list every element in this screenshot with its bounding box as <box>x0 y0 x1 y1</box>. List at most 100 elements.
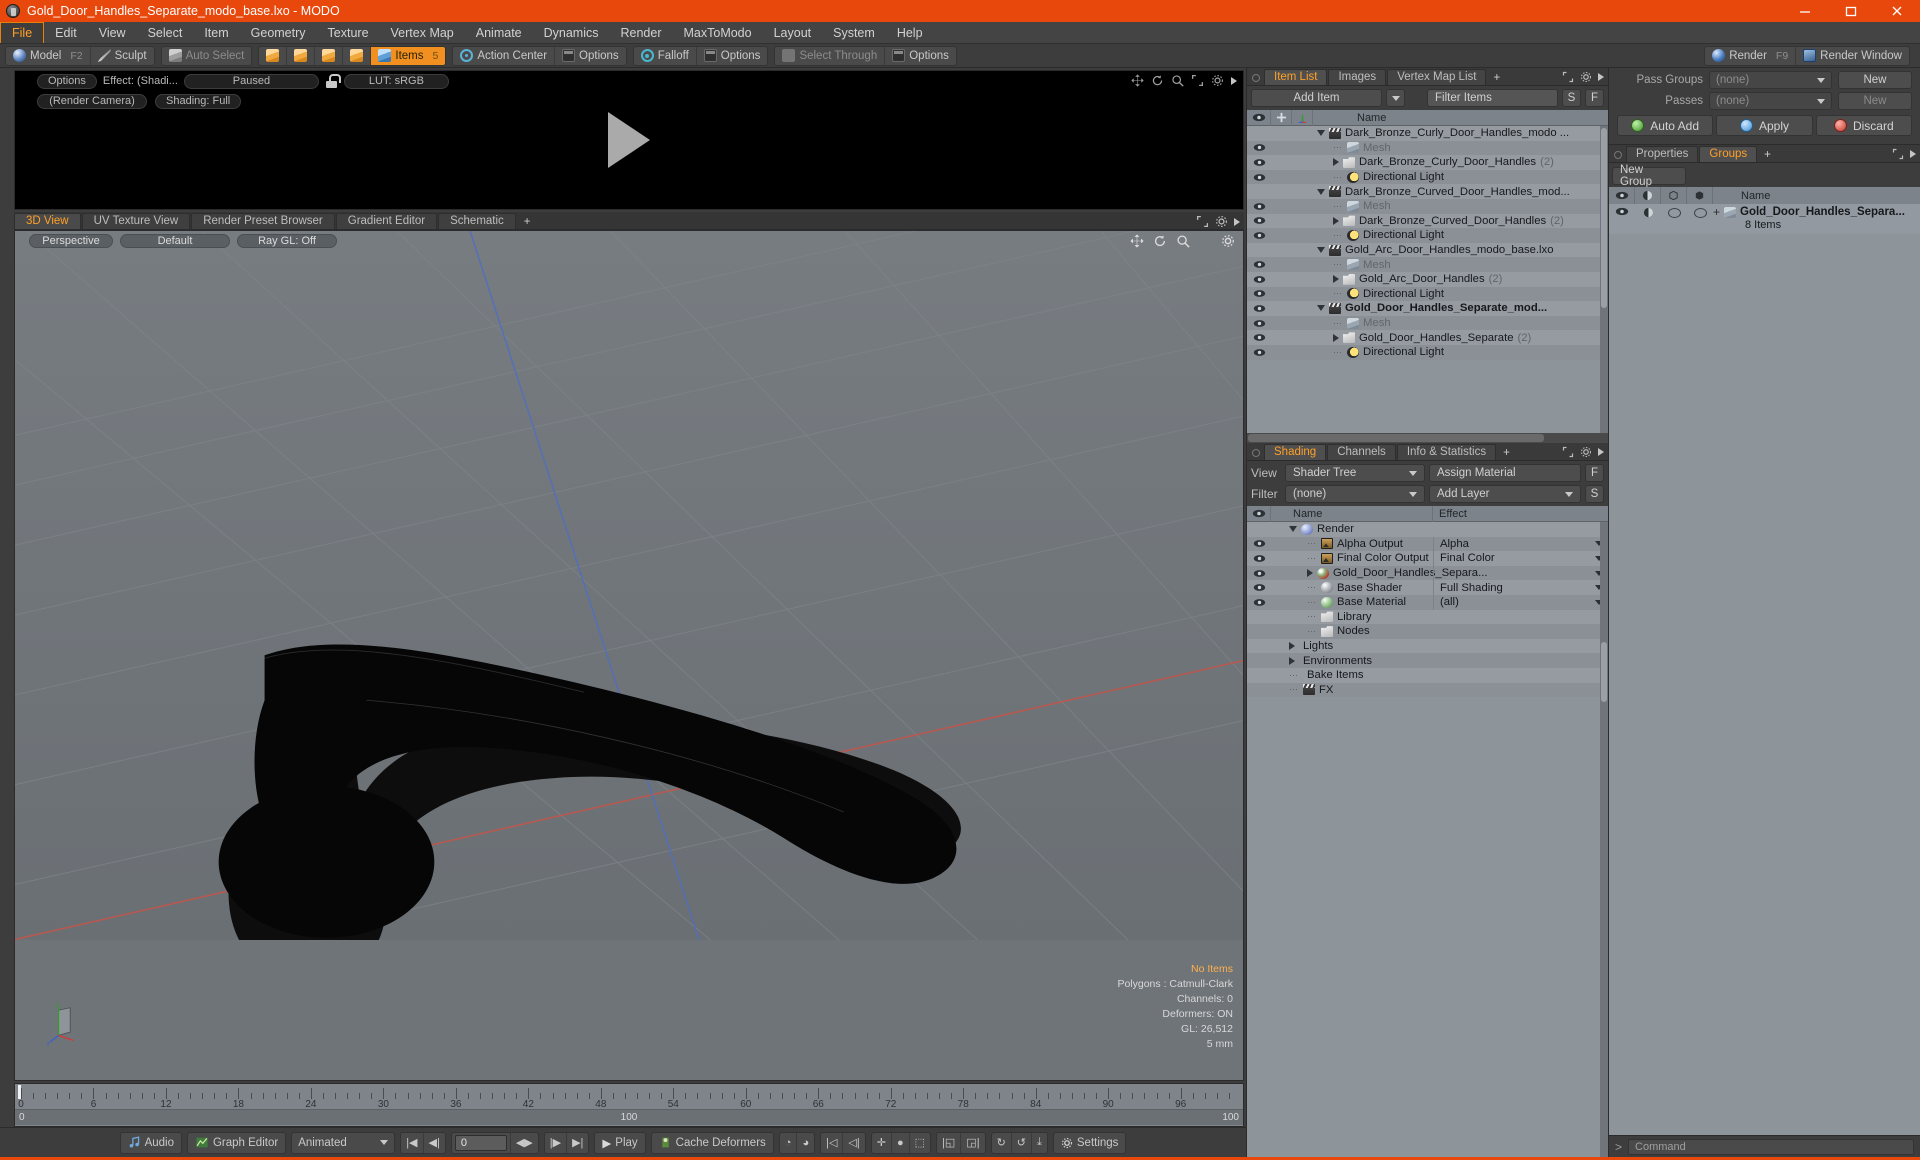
cache-deformers-button[interactable]: Cache Deformers <box>651 1132 774 1154</box>
item-list-row[interactable]: Dark_Bronze_Curved_Door_Handles_mod... <box>1247 184 1608 199</box>
add-groups-tab-button[interactable]: + <box>1758 148 1777 162</box>
new-pass-group-button[interactable]: New <box>1838 71 1912 89</box>
shading-name-cell[interactable]: ⋯Final Color Output <box>1271 552 1429 564</box>
add-panel-tab-button[interactable]: + <box>1487 71 1506 85</box>
shading-name-cell[interactable]: Lights <box>1271 640 1333 652</box>
tab-properties[interactable]: Properties <box>1626 146 1698 162</box>
item-name-cell[interactable]: Gold_Arc_Door_Handles_modo_base.lxo <box>1313 244 1554 256</box>
item-list-hscrollbar[interactable] <box>1247 433 1608 443</box>
item-list-row[interactable]: ⋯Mesh <box>1247 141 1608 156</box>
command-input[interactable]: Command <box>1628 1139 1914 1155</box>
shading-f-button[interactable]: F <box>1585 464 1604 482</box>
menu-render[interactable]: Render <box>610 22 673 43</box>
maximize-button[interactable] <box>1828 0 1874 22</box>
col-visibility-icon[interactable] <box>1247 506 1271 522</box>
tab-render-preset-browser[interactable]: Render Preset Browser <box>191 213 335 229</box>
visibility-toggle[interactable] <box>1247 158 1271 167</box>
assign-material-button[interactable]: Assign Material <box>1429 464 1581 482</box>
menu-dynamics[interactable]: Dynamics <box>533 22 610 43</box>
menu-texture[interactable]: Texture <box>317 22 380 43</box>
pan-icon[interactable] <box>1131 74 1144 87</box>
settings-button[interactable]: Settings <box>1053 1132 1127 1154</box>
twirl-right-icon[interactable] <box>1333 334 1339 342</box>
set-range-start-button[interactable]: |◱ <box>937 1133 961 1153</box>
apply-button[interactable]: Apply <box>1716 115 1812 136</box>
twirl-right-icon[interactable] <box>1289 642 1295 650</box>
group-eye-toggle[interactable] <box>1609 204 1635 216</box>
tab-schematic[interactable]: Schematic <box>438 213 516 229</box>
new-pass-button[interactable]: New <box>1838 92 1912 110</box>
col-visibility-icon[interactable] <box>1609 187 1635 204</box>
current-frame-field[interactable]: 0 <box>455 1135 507 1151</box>
audio-button[interactable]: Audio <box>120 1132 182 1154</box>
menu-geometry[interactable]: Geometry <box>240 22 317 43</box>
visibility-toggle[interactable] <box>1247 275 1271 284</box>
zoom-icon[interactable] <box>1171 74 1184 87</box>
shading-name-cell[interactable]: ⋯Alpha Output <box>1271 538 1403 550</box>
item-list-row[interactable]: Gold_Arc_Door_Handles(2) <box>1247 272 1608 287</box>
item-list-row[interactable]: Gold_Door_Handles_Separate(2) <box>1247 330 1608 345</box>
shading-list-row[interactable]: ⋯Alpha OutputAlpha <box>1247 537 1608 552</box>
preview-camera-button[interactable]: (Render Camera) <box>37 94 147 109</box>
shading-name-cell[interactable]: ⋯Nodes <box>1271 625 1370 637</box>
group-wireframe-toggle[interactable] <box>1661 204 1687 218</box>
item-list-row[interactable]: Dark_Bronze_Curly_Door_Handles_modo ... <box>1247 126 1608 141</box>
play-button[interactable]: ▶ Play <box>594 1132 645 1154</box>
item-name-cell[interactable]: ⋯Mesh <box>1313 142 1391 154</box>
twirl-right-icon[interactable] <box>1289 657 1295 665</box>
gear-icon[interactable] <box>1221 234 1235 248</box>
polygon-mode-button[interactable] <box>314 47 342 65</box>
rotate-icon[interactable] <box>1153 234 1167 248</box>
falloff-button[interactable]: Falloff <box>634 47 696 65</box>
reverse-button[interactable]: ↺ <box>1012 1133 1032 1153</box>
model-mode-button[interactable]: Model F2 <box>6 47 90 65</box>
menu-layout[interactable]: Layout <box>763 22 823 43</box>
next-key-button[interactable]: |▶ <box>545 1133 567 1153</box>
col-shade-icon[interactable] <box>1687 187 1713 204</box>
frame-spinner[interactable]: ◀▶ <box>511 1133 538 1153</box>
item-name-cell[interactable]: ⋯Directional Light <box>1313 171 1444 183</box>
shading-name-cell[interactable]: ⋯FX <box>1271 684 1333 696</box>
shading-list-row[interactable]: Lights <box>1247 639 1608 654</box>
twirl-right-icon[interactable] <box>1333 275 1339 283</box>
col-wireframe-icon[interactable] <box>1661 187 1687 204</box>
shading-name-cell[interactable]: ⋯Bake Items <box>1271 669 1364 681</box>
shading-name-cell[interactable]: ⋯Library <box>1271 611 1372 623</box>
item-name-cell[interactable]: Dark_Bronze_Curly_Door_Handles(2) <box>1313 156 1554 168</box>
tab-gradient-editor[interactable]: Gradient Editor <box>336 213 437 229</box>
add-viewport-tab-button[interactable]: + <box>517 215 538 229</box>
item-name-cell[interactable]: ⋯Mesh <box>1313 259 1391 271</box>
material-mode-button[interactable] <box>342 47 370 65</box>
preview-shading-button[interactable]: Shading: Full <box>155 94 241 109</box>
group-row[interactable]: + Gold_Door_Handles_Separa... 8 Items <box>1609 204 1920 234</box>
shading-list-row[interactable]: Render <box>1247 522 1608 537</box>
prev-key-button[interactable]: ◀| <box>424 1133 445 1153</box>
shading-list-row[interactable]: ⋯Base ShaderFull Shading <box>1247 580 1608 595</box>
tab-channels[interactable]: Channels <box>1327 444 1396 460</box>
timeline-panel[interactable]: 06121824303642485460667278849096 0 100 1… <box>14 1083 1244 1127</box>
3d-viewport[interactable]: Perspective Default Ray GL: Off No Items… <box>14 230 1244 1081</box>
panel-drag-dot[interactable] <box>1614 151 1622 159</box>
visibility-toggle[interactable] <box>1247 231 1271 240</box>
loop-button[interactable]: ↻ <box>992 1133 1012 1153</box>
onion-skin-after-button[interactable]: ◕ <box>797 1133 814 1153</box>
gear-icon[interactable] <box>1215 215 1228 228</box>
add-item-dropdown[interactable] <box>1386 89 1405 107</box>
tab-images[interactable]: Images <box>1328 69 1386 85</box>
tab-groups[interactable]: Groups <box>1699 146 1757 162</box>
discard-button[interactable]: Discard <box>1816 115 1912 136</box>
item-name-cell[interactable]: ⋯Mesh <box>1313 200 1391 212</box>
viewport-style-button[interactable]: Default <box>120 234 230 248</box>
passes-select[interactable]: (none) <box>1709 92 1832 110</box>
menu-select[interactable]: Select <box>137 22 194 43</box>
twirl-down-icon[interactable] <box>1289 526 1297 532</box>
timeline-range-bar[interactable]: 0 100 100 <box>15 1110 1243 1125</box>
prev-keyframe-button[interactable]: |◁ <box>821 1133 843 1153</box>
item-name-cell[interactable]: Gold_Door_Handles_Separate(2) <box>1313 332 1531 344</box>
play-render-preview-button[interactable] <box>608 112 650 168</box>
item-list-row[interactable]: ⋯Mesh <box>1247 316 1608 331</box>
item-name-cell[interactable]: Dark_Bronze_Curly_Door_Handles_modo ... <box>1313 127 1569 139</box>
shading-name-cell[interactable]: Environments <box>1271 655 1372 667</box>
falloff-options-button[interactable]: Options <box>696 47 768 65</box>
go-to-end-button[interactable]: ▶| <box>567 1133 588 1153</box>
